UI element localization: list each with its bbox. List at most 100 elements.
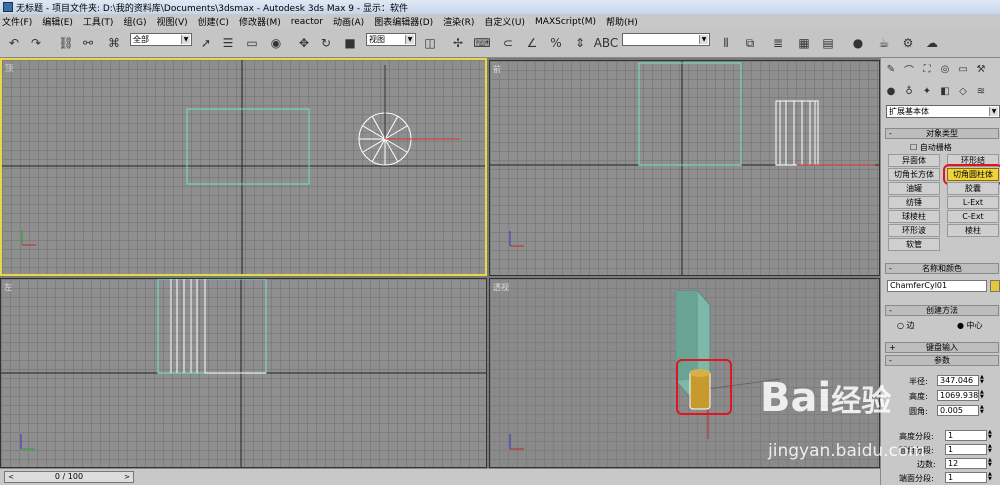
layer-manager-icon[interactable]: ≣ (768, 33, 788, 53)
curve-editor-icon[interactable]: ▦ (794, 33, 814, 53)
link-icon[interactable]: ⛓ (56, 33, 76, 53)
percent-snap-icon[interactable]: % (546, 33, 566, 53)
mirror-icon[interactable]: ⫴ (716, 33, 736, 53)
object-button[interactable]: 球棱柱 (888, 210, 940, 223)
spinner-icon[interactable]: ▲ ▼ (980, 375, 986, 386)
menu-modifiers[interactable]: 修改器(M) (239, 15, 281, 28)
sides-field[interactable]: 12 (945, 458, 987, 469)
time-prev-button[interactable]: < (6, 472, 16, 482)
spinner-icon[interactable]: ▲ ▼ (980, 390, 986, 401)
reference-coord-dropdown[interactable]: 视图 ▼ (366, 33, 416, 46)
unlink-icon[interactable]: ⚯ (78, 33, 98, 53)
menu-create[interactable]: 创建(C) (198, 15, 229, 28)
menu-tools[interactable]: 工具(T) (83, 15, 114, 28)
named-selection-dropdown[interactable]: ▼ (622, 33, 710, 46)
viewport-front[interactable]: 前 (489, 60, 880, 276)
scale-icon[interactable]: ■ (340, 33, 360, 53)
select-manipulate-icon[interactable]: ✢ (448, 33, 468, 53)
object-color-swatch[interactable] (990, 280, 1000, 292)
render-last-icon[interactable]: ☁ (922, 33, 942, 53)
rollout-parameters[interactable]: - 参数 (885, 355, 999, 366)
object-button[interactable]: 纺锤 (888, 196, 940, 209)
material-editor-icon[interactable]: ● (848, 33, 868, 53)
center-radio[interactable]: ● 中心 (957, 320, 983, 331)
autogrid-checkbox[interactable]: ☐ 自动栅格 (910, 142, 952, 153)
window-crossing-icon[interactable]: ◉ (266, 33, 286, 53)
hierarchy-tab-icon[interactable]: ⛶ (919, 60, 935, 78)
select-object-icon[interactable]: ➚ (196, 33, 216, 53)
move-icon[interactable]: ✥ (294, 33, 314, 53)
display-tab-icon[interactable]: ▭ (955, 60, 971, 78)
spinner-icon[interactable]: ▲ ▼ (988, 458, 994, 469)
height-segments-field[interactable]: 1 (945, 430, 987, 441)
height-field[interactable]: 1069.938 (937, 390, 979, 401)
pivot-icon[interactable]: ◫ (420, 33, 440, 53)
menu-reactor[interactable]: reactor (291, 17, 323, 27)
motion-tab-icon[interactable]: ◎ (937, 60, 953, 78)
object-button[interactable]: 油罐 (888, 182, 940, 195)
object-button[interactable]: 软管 (888, 238, 940, 251)
menu-animation[interactable]: 动画(A) (333, 15, 364, 28)
menu-customize[interactable]: 自定义(U) (484, 15, 525, 28)
object-button[interactable]: 环形波 (888, 224, 940, 237)
menu-maxscript[interactable]: MAXScript(M) (535, 17, 596, 27)
menu-views[interactable]: 视图(V) (156, 15, 187, 28)
menu-group[interactable]: 组(G) (123, 15, 146, 28)
object-button[interactable]: L-Ext (947, 196, 999, 209)
rect-selection-icon[interactable]: ▭ (242, 33, 262, 53)
viewport-left[interactable]: 左 (0, 278, 487, 468)
spinner-icon[interactable]: ▲ ▼ (988, 430, 994, 441)
spinner-icon[interactable]: ▲ ▼ (980, 405, 986, 416)
helpers-icon[interactable]: ◇ (955, 82, 971, 100)
geometry-icon[interactable]: ● (883, 82, 899, 100)
cap-segments-field[interactable]: 1 (945, 472, 987, 483)
rollout-keyboard-entry[interactable]: + 键盘输入 (885, 342, 999, 353)
angle-snap-icon[interactable]: ∠ (522, 33, 542, 53)
object-button[interactable]: 棱柱 (947, 224, 999, 237)
quick-render-icon[interactable]: ⚙ (898, 33, 918, 53)
spinner-snap-icon[interactable]: ⇕ (570, 33, 590, 53)
utilities-tab-icon[interactable]: ⚒ (973, 60, 989, 78)
rollout-object-type[interactable]: - 对象类型 (885, 128, 999, 139)
schematic-view-icon[interactable]: ▤ (818, 33, 838, 53)
object-button[interactable]: 胶囊 (947, 182, 999, 195)
time-slider[interactable]: < 0 / 100 > (4, 471, 134, 483)
rollout-name-color[interactable]: - 名称和颜色 (885, 263, 999, 274)
object-name-field[interactable]: ChamferCyl01 (887, 280, 987, 292)
time-next-button[interactable]: > (122, 472, 132, 482)
lights-icon[interactable]: ✦ (919, 82, 935, 100)
cameras-icon[interactable]: ◧ (937, 82, 953, 100)
menu-help[interactable]: 帮助(H) (606, 15, 638, 28)
redo-icon[interactable]: ↷ (26, 33, 46, 53)
snap-icon[interactable]: ⊂ (498, 33, 518, 53)
viewport-top[interactable]: 顶 (0, 58, 487, 276)
align-icon[interactable]: ⧉ (740, 33, 760, 53)
spacewarps-icon[interactable]: ≋ (973, 82, 989, 100)
menu-rendering[interactable]: 渲染(R) (443, 15, 474, 28)
select-by-name-icon[interactable]: ☰ (218, 33, 238, 53)
menu-file[interactable]: 文件(F) (2, 15, 32, 28)
object-button[interactable]: 异面体 (888, 154, 940, 167)
radius-field[interactable]: 347.046 (937, 375, 979, 386)
object-button[interactable]: C-Ext (947, 210, 999, 223)
create-tab-icon[interactable]: ✎ (883, 60, 899, 78)
shapes-icon[interactable]: ♁ (901, 82, 917, 100)
category-dropdown[interactable]: 扩展基本体 ▼ (886, 105, 1000, 118)
keyboard-shortcut-icon[interactable]: ⌨ (472, 33, 492, 53)
object-button[interactable]: 切角长方体 (888, 168, 940, 181)
undo-icon[interactable]: ↶ (4, 33, 24, 53)
viewport-perspective[interactable]: 透视 (489, 278, 880, 468)
render-scene-icon[interactable]: ☕ (874, 33, 894, 53)
selection-filter-dropdown[interactable]: 全部 ▼ (130, 33, 192, 46)
edge-radio[interactable]: ○ 边 (897, 320, 915, 331)
spinner-icon[interactable]: ▲ ▼ (988, 472, 994, 483)
bind-spacewarp-icon[interactable]: ⌘ (104, 33, 124, 53)
menu-edit[interactable]: 编辑(E) (42, 15, 73, 28)
modify-tab-icon[interactable]: ⌒ (901, 60, 917, 78)
spinner-icon[interactable]: ▲ ▼ (988, 444, 994, 455)
rotate-icon[interactable]: ↻ (316, 33, 336, 53)
fillet-segments-field[interactable]: 1 (945, 444, 987, 455)
named-selection-icon[interactable]: ABC (594, 33, 619, 53)
menu-graph-editors[interactable]: 图表编辑器(D) (374, 15, 433, 28)
fillet-field[interactable]: 0.005 (937, 405, 979, 416)
